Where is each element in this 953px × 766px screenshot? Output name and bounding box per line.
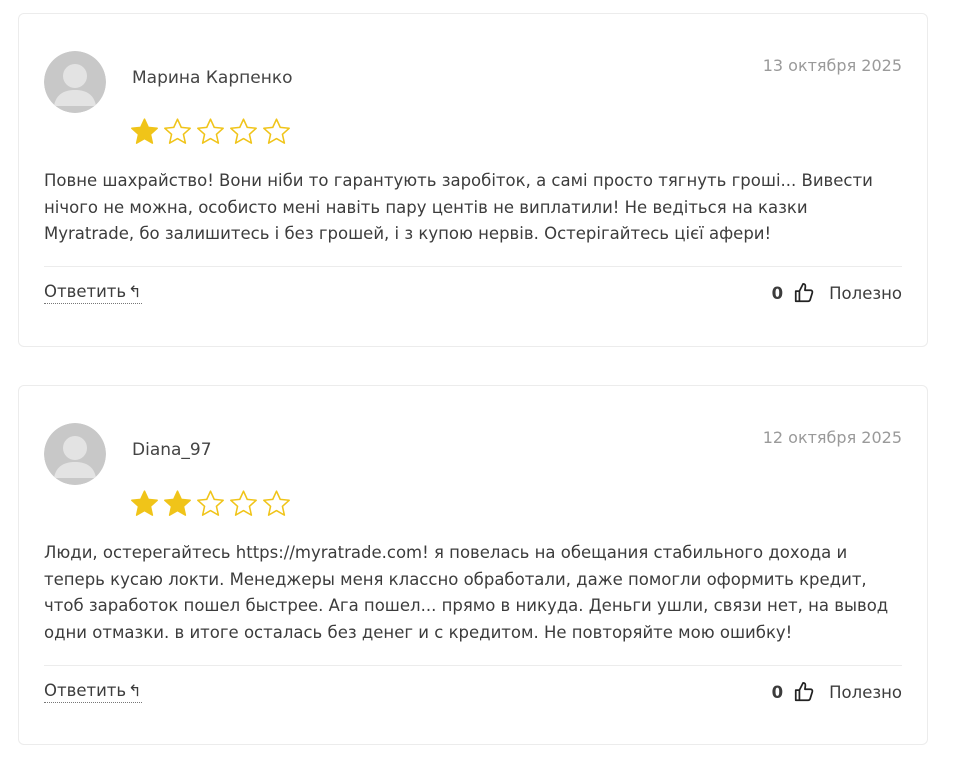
star-filled-icon <box>164 490 191 516</box>
star-empty-icon <box>263 490 290 516</box>
helpful-widget: 0 Полезно <box>772 282 902 304</box>
reply-button[interactable]: Ответить ↰ <box>44 681 142 703</box>
review-date: 12 октября 2025 <box>762 428 902 447</box>
helpful-label[interactable]: Полезно <box>829 284 902 303</box>
helpful-widget: 0 Полезно <box>772 681 902 703</box>
reply-label: Ответить <box>44 681 127 700</box>
reply-button[interactable]: Ответить ↰ <box>44 282 142 304</box>
star-empty-icon <box>197 118 224 144</box>
review-text: Люди, остерегайтесь https://myratrade.co… <box>44 543 889 642</box>
star-filled-icon <box>131 118 158 144</box>
avatar <box>44 423 106 485</box>
rating-stars <box>129 488 292 519</box>
review-author[interactable]: Diana_97 <box>132 440 212 460</box>
review-card: Марина Карпенко 13 октября 2025 Повне ша… <box>18 13 928 347</box>
review-author[interactable]: Марина Карпенко <box>132 68 293 88</box>
star-empty-icon <box>230 490 257 516</box>
star-empty-icon <box>263 118 290 144</box>
like-count: 0 <box>771 682 784 702</box>
star-empty-icon <box>230 118 257 144</box>
star-filled-icon <box>131 490 158 516</box>
thumbs-up-icon[interactable] <box>793 282 815 304</box>
review-date: 13 октября 2025 <box>762 56 902 75</box>
review-card: Diana_97 12 октября 2025 Люди, остерегай… <box>18 385 928 745</box>
thumbs-up-icon[interactable] <box>793 681 815 703</box>
star-empty-icon <box>197 490 224 516</box>
reply-label: Ответить <box>44 282 127 301</box>
rating-stars <box>129 116 292 147</box>
divider <box>44 665 902 666</box>
reply-arrow-icon: ↰ <box>128 681 142 700</box>
avatar <box>44 51 106 113</box>
divider <box>44 266 902 267</box>
like-count: 0 <box>771 283 784 303</box>
reply-arrow-icon: ↰ <box>128 282 142 301</box>
review-text: Повне шахрайство! Вони ніби то гарантуют… <box>44 171 873 243</box>
star-empty-icon <box>164 118 191 144</box>
helpful-label[interactable]: Полезно <box>829 683 902 702</box>
